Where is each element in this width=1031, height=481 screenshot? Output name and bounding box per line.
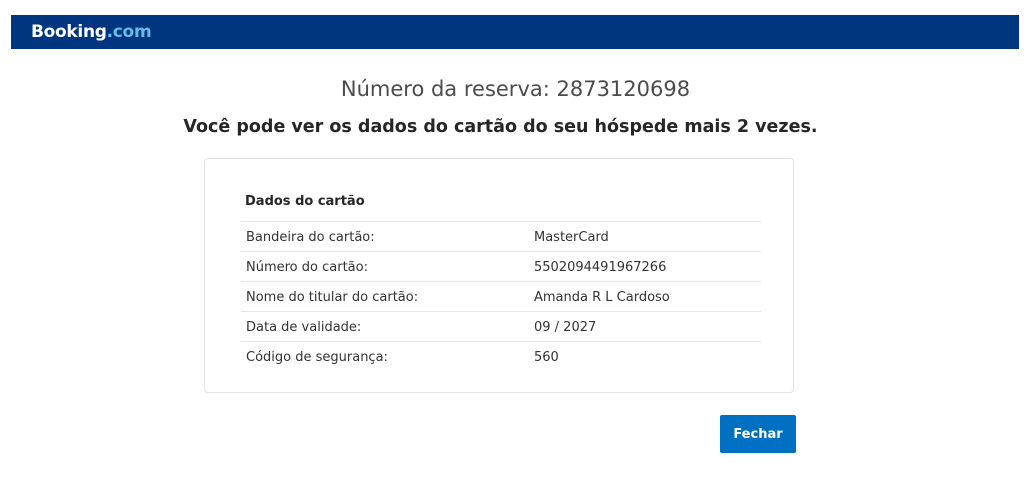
logo-tld-text: .com bbox=[106, 22, 152, 42]
security-code-row: Código de segurança: 560 bbox=[241, 341, 761, 371]
card-details-panel: Dados do cartão Bandeira do cartão: Mast… bbox=[204, 158, 794, 393]
security-code-label: Código de segurança: bbox=[246, 350, 388, 365]
cardholder-name-label: Nome do titular do cartão: bbox=[246, 290, 419, 305]
card-number-label: Número do cartão: bbox=[246, 260, 368, 275]
card-brand-label: Bandeira do cartão: bbox=[246, 230, 375, 245]
reservation-number: Número da reserva: 2873120698 bbox=[340, 77, 691, 101]
close-button[interactable]: Fechar bbox=[720, 415, 796, 453]
logo-brand-text: Booking bbox=[31, 22, 107, 42]
top-header-bar: Booking.com bbox=[11, 15, 1019, 49]
card-details-table: Bandeira do cartão: MasterCard Número do… bbox=[241, 221, 761, 371]
expiry-date-value: 09 / 2027 bbox=[534, 320, 597, 335]
card-brand-value: MasterCard bbox=[534, 230, 609, 245]
view-limit-notice: Você pode ver os dados do cartão do seu … bbox=[183, 117, 818, 137]
card-brand-row: Bandeira do cartão: MasterCard bbox=[241, 221, 761, 251]
cardholder-name-row: Nome do titular do cartão: Amanda R L Ca… bbox=[241, 281, 761, 311]
card-details-title: Dados do cartão bbox=[245, 194, 365, 209]
card-number-row: Número do cartão: 5502094491967266 bbox=[241, 251, 761, 281]
expiry-date-label: Data de validade: bbox=[246, 320, 362, 335]
expiry-date-row: Data de validade: 09 / 2027 bbox=[241, 311, 761, 341]
security-code-value: 560 bbox=[534, 350, 559, 365]
card-number-value: 5502094491967266 bbox=[534, 260, 667, 275]
booking-logo[interactable]: Booking.com bbox=[31, 21, 152, 43]
cardholder-name-value: Amanda R L Cardoso bbox=[534, 290, 670, 305]
